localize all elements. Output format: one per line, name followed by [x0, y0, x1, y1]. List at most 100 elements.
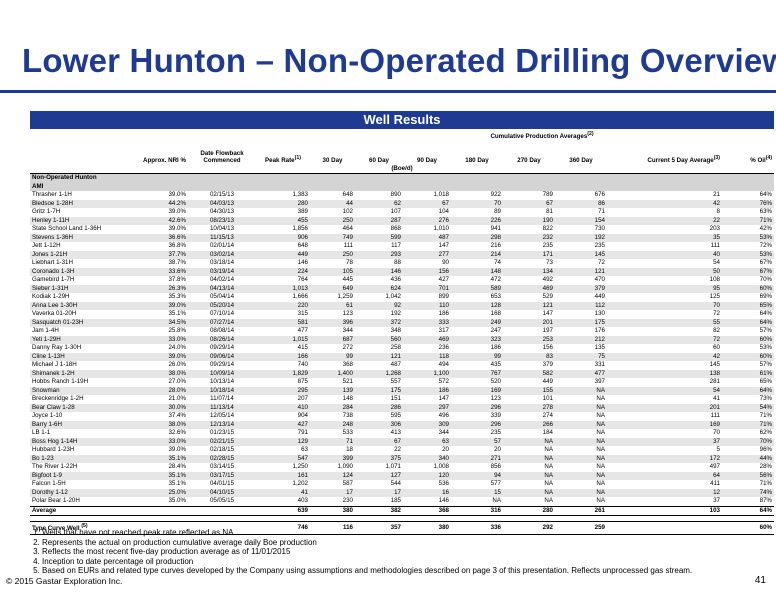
well-name-cell: Cline 1-13H — [30, 352, 130, 362]
table-cell: 293 — [355, 250, 403, 260]
well-name-cell: Liebhart 1-31H — [32, 259, 73, 267]
table-cell: 03/14/15 — [209, 463, 235, 471]
table-cell: 168 — [490, 310, 501, 318]
table-cell: 284 — [310, 403, 355, 413]
table-cell: 123 — [342, 310, 353, 318]
table-row: Cline 1-13H 39.0% 09/06/14 166 99 121 118 99 83 7… — [30, 352, 775, 362]
table-cell: 287 — [355, 216, 403, 226]
well-name-cell: The River 1-22H — [32, 463, 78, 471]
table-cell: 230 — [342, 497, 353, 505]
table-cell: 17 — [310, 488, 355, 498]
table-cell: 339 — [490, 412, 501, 420]
table-cell: 111 — [710, 412, 720, 420]
page-number: 41 — [754, 575, 766, 586]
table-cell: 54 — [713, 259, 720, 267]
table-cell: 175 — [555, 318, 607, 328]
table-cell: 60% — [722, 335, 775, 345]
table-cell: 26.0% — [168, 361, 186, 369]
table-cell: 399 — [310, 454, 355, 464]
table-cell: 296 — [451, 420, 503, 430]
table-cell: 145 — [555, 250, 607, 260]
table-row: Dorothy 1-12 25.0% 04/10/15 41 17 17 16 15 NA NA 1… — [30, 488, 775, 498]
table-cell: 856 — [490, 463, 501, 471]
table-cell: 572 — [438, 378, 449, 386]
table-cell: 764 — [297, 276, 308, 284]
table-cell: 1,015 — [256, 335, 310, 345]
table-cell: 397 — [594, 378, 605, 386]
footnote: Based on EURs and related type curves de… — [42, 566, 776, 576]
table-cell: 42% — [759, 225, 773, 233]
table-cell: 96% — [759, 446, 773, 454]
table-row: Bigfoot 1-9 35.1% 03/17/15 161 124 127 120 94 NA… — [30, 471, 775, 481]
table-cell: 54% — [722, 403, 775, 413]
well-name-cell: Sieber 1-31H — [30, 284, 130, 294]
table-cell: 595 — [390, 412, 401, 420]
table-cell: 494 — [438, 361, 449, 369]
table-cell: 791 — [297, 429, 308, 437]
table-cell: 64 — [607, 471, 722, 481]
footnote: Reflects the most recent five-day produc… — [42, 547, 776, 557]
table-cell: 60% — [722, 352, 775, 362]
table-cell: 139 — [310, 386, 355, 396]
table-cell: 544 — [390, 480, 401, 488]
table-cell: 192 — [390, 310, 401, 318]
table-cell: 281 — [709, 378, 720, 386]
table-cell: 207 — [297, 395, 308, 403]
table-cell: 70 — [607, 301, 722, 311]
table-cell: 70 — [713, 429, 720, 437]
well-name-cell: Barry 1-6H — [30, 420, 130, 430]
table-cell: 648 — [342, 191, 353, 199]
table-cell: 32.6% — [168, 429, 186, 437]
col-nri: Approx. NRI % — [143, 156, 186, 164]
table-cell: NA — [555, 471, 607, 481]
well-name-cell: Sasquatch 01-23H — [30, 318, 130, 328]
table-cell: 331 — [594, 361, 605, 369]
table-row: LB 1-1 32.6% 01/23/15 791 533 413 344 235 184 NA 7… — [30, 429, 774, 438]
table-cell: 411 — [710, 480, 720, 488]
table-cell: 38.7% — [168, 259, 186, 267]
average-cell: 639 — [256, 505, 310, 517]
table-cell: 05/20/14 — [188, 301, 256, 311]
table-cell: 22 — [394, 446, 401, 454]
well-name-cell: LB 1-1 — [32, 429, 51, 437]
table-cell: 653 — [490, 293, 501, 301]
well-name-cell: Falcon 1-5H — [32, 480, 66, 488]
table-cell: 146 — [355, 267, 403, 277]
footnote: Represents the actual on production cumu… — [42, 538, 776, 548]
table-row: Gritz 1-7H 39.0% 04/30/13 389 102 107 104 89 81 7… — [30, 208, 774, 217]
table-row: Bledsoe 1-28H 44.2% 04/03/13 280 44 62 67 70 67 8… — [30, 199, 775, 209]
table-cell: 235 — [594, 242, 605, 250]
table-cell: 39.0% — [168, 208, 186, 216]
table-cell: NA — [544, 446, 553, 454]
table-cell: 71 — [598, 208, 605, 216]
table-row: Polar Bear 1-20H 35.0% 05/05/15 403 230 185 14… — [30, 497, 774, 506]
table-cell: 92 — [355, 301, 403, 311]
title-divider — [0, 90, 776, 93]
table-cell: 16 — [403, 488, 451, 498]
table-cell: 740 — [297, 361, 308, 369]
table-cell: 730 — [594, 225, 605, 233]
table-cell: 276 — [403, 216, 451, 226]
table-cell: NA — [596, 412, 605, 420]
table-cell: 35.3% — [168, 293, 186, 301]
table-cell: 138 — [607, 369, 722, 379]
well-name-cell: Gritz 1-7H — [32, 208, 61, 216]
table-cell: 74 — [494, 259, 501, 267]
well-name-cell: Shimanek 1-2H — [30, 369, 130, 379]
section-label: Non-Operated Hunton — [30, 173, 775, 183]
col-270-day: 270 Day — [517, 156, 541, 164]
copyright: © 2015 Gastar Exploration Inc. — [6, 576, 123, 586]
well-name-cell: Boss Hog 1-14H — [30, 437, 130, 447]
table-cell: NA — [596, 463, 605, 471]
table-cell: NA — [492, 497, 501, 505]
table-cell: 04/10/15 — [188, 488, 256, 498]
table-cell: 224 — [256, 267, 310, 277]
table-cell: 197 — [542, 327, 553, 335]
table-cell: 129 — [256, 437, 310, 447]
well-name-cell: Jones 1-21H — [30, 250, 130, 260]
table-cell: NA — [596, 429, 605, 437]
table-cell: 248 — [310, 420, 355, 430]
table-cell: 75 — [555, 352, 607, 362]
col-360-day: 360 Day — [569, 156, 593, 164]
table-cell: 624 — [355, 284, 403, 294]
